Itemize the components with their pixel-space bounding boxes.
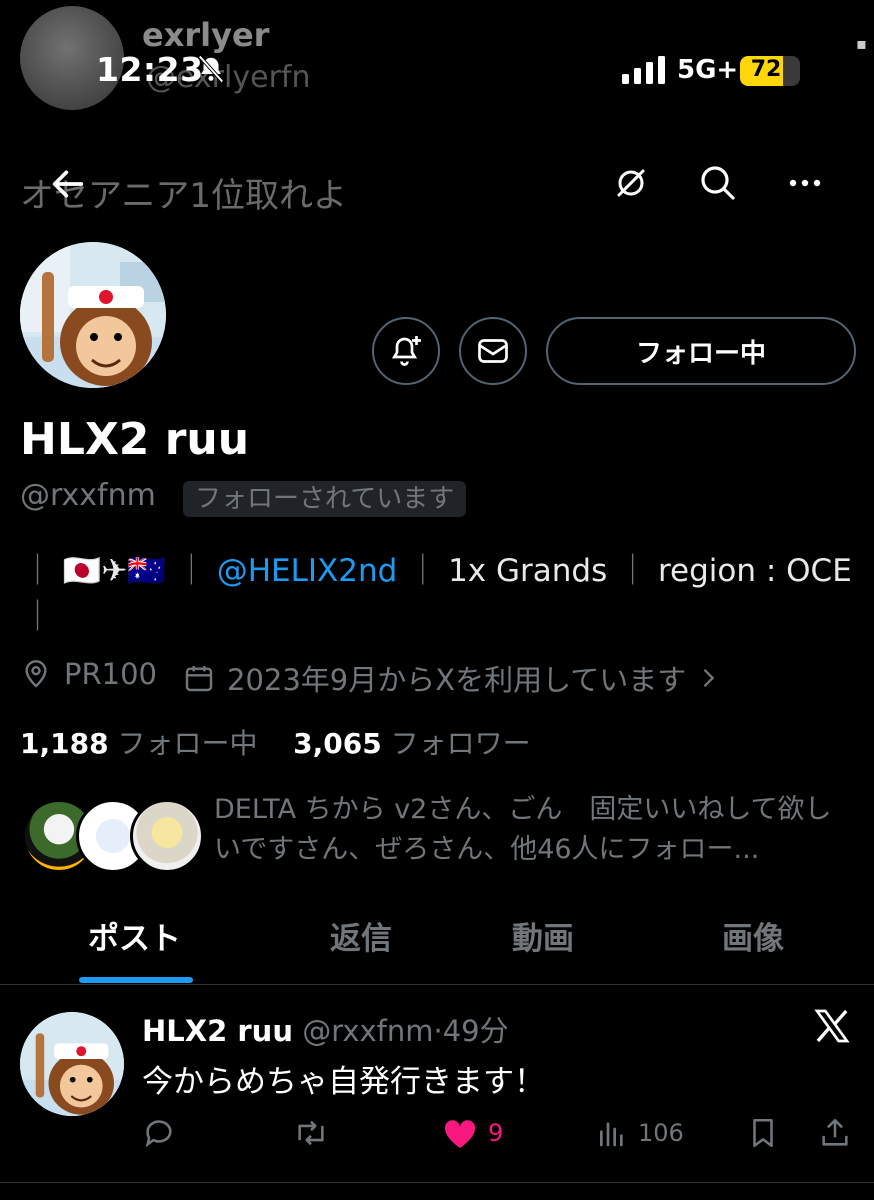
profile-location: PR100	[20, 657, 157, 691]
notify-button[interactable]	[372, 317, 440, 385]
corner-indicator: ▪	[856, 34, 867, 53]
views-button[interactable]: 106	[596, 1116, 684, 1150]
active-tab-indicator	[79, 977, 193, 983]
share-button[interactable]	[818, 1116, 852, 1150]
following-link[interactable]: 1,188 フォロー中	[20, 727, 258, 760]
envelope-icon	[478, 339, 508, 363]
grok-icon[interactable]	[609, 161, 653, 205]
post-time: 49分	[442, 1014, 509, 1048]
following-label: フォロー中	[117, 727, 258, 760]
follow-counts: 1,188 フォロー中 3,065 フォロワー	[20, 722, 531, 762]
bio-separator: ｜	[22, 553, 53, 589]
search-icon[interactable]	[696, 161, 740, 205]
tab-posts[interactable]: ポスト	[88, 913, 181, 958]
calendar-icon	[185, 666, 213, 692]
message-button[interactable]	[459, 317, 527, 385]
chevron-right-icon	[703, 669, 715, 687]
bookmark-icon	[753, 1118, 773, 1148]
x-logo-icon	[814, 1009, 850, 1043]
tab-videos[interactable]: 動画	[512, 913, 574, 958]
post-author-name[interactable]: HLX2 ruu	[142, 1014, 293, 1048]
bio-grands: 1x Grands	[448, 553, 608, 589]
overlay-name: exrlyer	[142, 16, 270, 54]
divider	[0, 984, 874, 985]
network-type: 5G+	[677, 55, 739, 85]
comment-icon	[145, 1120, 172, 1148]
profile-avatar[interactable]	[20, 242, 166, 388]
profile-joined[interactable]: 2023年9月からXを利用しています	[183, 657, 722, 699]
followers-label: フォロワー	[390, 727, 531, 760]
divider	[0, 1182, 874, 1183]
followers-link[interactable]: 3,065 フォロワー	[293, 727, 531, 760]
location-text: PR100	[64, 657, 157, 691]
more-icon[interactable]	[783, 161, 827, 205]
signal-icon	[622, 56, 665, 84]
display-name: HLX2 ruu	[20, 414, 250, 465]
post-author-handle: @rxxfnm	[302, 1014, 434, 1048]
joined-text: 2023年9月からXを利用しています	[227, 663, 687, 697]
status-time: 12:23	[96, 50, 204, 89]
followers-count: 3,065	[293, 727, 382, 760]
repost-icon	[298, 1120, 324, 1146]
tab-images[interactable]: 画像	[722, 913, 784, 958]
battery-level: 72	[750, 57, 782, 82]
like-button[interactable]: 9	[442, 1116, 503, 1150]
repost-button[interactable]	[292, 1116, 330, 1150]
view-count: 106	[638, 1119, 684, 1147]
share-icon	[822, 1118, 848, 1146]
profile-bio: ｜ 🇯🇵✈🇦🇺 ｜ @HELIX2nd ｜ 1x Grands ｜ region…	[22, 548, 862, 640]
bookmark-button[interactable]	[746, 1116, 780, 1150]
views-icon	[600, 1122, 623, 1147]
follows-you-badge: フォローされています	[183, 481, 467, 517]
location-pin-icon	[25, 660, 47, 688]
heart-icon	[444, 1120, 476, 1148]
profile-handle: @rxxfnm	[20, 478, 156, 513]
bio-separator: ｜	[617, 553, 649, 589]
like-count: 9	[488, 1119, 504, 1147]
bio-flags: 🇯🇵✈🇦🇺	[62, 553, 167, 589]
bell-off-icon	[198, 55, 224, 83]
reply-button[interactable]	[142, 1116, 176, 1150]
bio-mention-link[interactable]: @HELIX2nd	[217, 553, 398, 589]
bio-region: region : OCE	[657, 553, 852, 589]
post-text: 今からめちゃ自発行きます！	[142, 1064, 545, 1100]
following-button[interactable]: フォロー中	[546, 317, 856, 385]
bio-separator: ｜	[22, 599, 53, 635]
following-count: 1,188	[20, 727, 109, 760]
post-avatar[interactable]	[20, 1012, 124, 1116]
post-header: HLX2 ruu @rxxfnm·49分	[142, 1014, 509, 1048]
bio-separator: ｜	[175, 553, 207, 589]
tab-replies[interactable]: 返信	[330, 913, 392, 958]
back-button[interactable]	[48, 164, 88, 204]
bell-plus-icon	[391, 336, 421, 366]
followed-by-text[interactable]: DELTA ちから v2さん、ごん 固定いいねして欲しいですさん、ぜろさん、他4…	[214, 790, 854, 870]
bio-separator: ｜	[407, 553, 439, 589]
battery-icon: 72	[740, 56, 800, 86]
mutual-avatar	[130, 799, 204, 873]
